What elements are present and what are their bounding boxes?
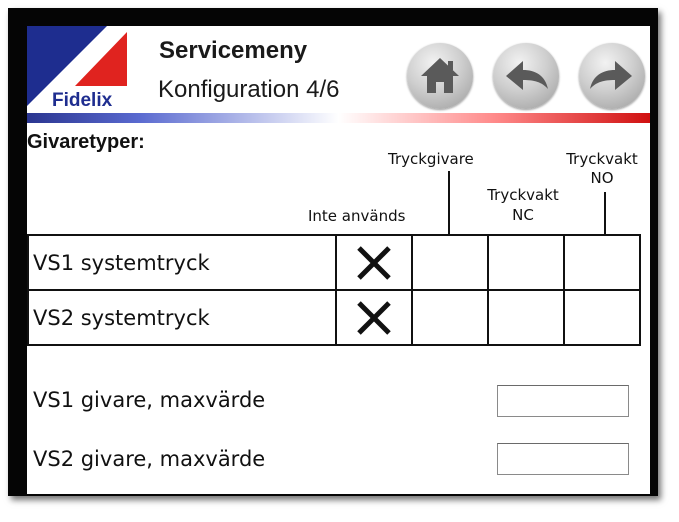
vs1-maxvalue-label: VS1 givare, maxvärde [33, 388, 266, 412]
table-row: VS1 systemtryck [27, 234, 641, 291]
fidelix-logo: Fidelix [27, 26, 137, 112]
logo-graphic: Fidelix [27, 26, 127, 111]
forward-button[interactable] [579, 43, 645, 109]
col-header-sensor-line [448, 171, 450, 235]
col-header-unused: Inte används [308, 207, 406, 225]
x-mark-icon [357, 245, 391, 280]
col-header-switch-nc-line1: Tryckvakt [487, 186, 559, 204]
page-subtitle: Konfiguration 4/6 [158, 76, 340, 103]
vs2-sensor-cell[interactable] [411, 289, 489, 346]
col-header-sensor: Tryckgivare [388, 150, 474, 168]
col-header-switch-no-line1: Tryckvakt [566, 150, 638, 168]
header-stripe [27, 113, 650, 123]
vs2-switch-no-cell[interactable] [563, 289, 641, 346]
home-icon [421, 58, 459, 93]
back-arrow-icon [506, 61, 548, 90]
sensor-type-table: VS1 systemtryck VS2 systemtryck [27, 234, 641, 346]
vs1-unused-cell[interactable] [335, 234, 413, 291]
vs2-unused-cell[interactable] [335, 289, 413, 346]
col-header-switch-no: Tryckvakt NO [554, 150, 650, 188]
vs1-maxvalue-input[interactable] [497, 385, 629, 417]
vs2-maxvalue-input[interactable] [497, 443, 629, 475]
x-mark-icon [357, 300, 391, 335]
forward-arrow-icon [590, 61, 632, 90]
row-label-vs2: VS2 systemtryck [27, 289, 337, 346]
row-label-vs1: VS1 systemtryck [27, 234, 337, 291]
vs2-switch-nc-cell[interactable] [487, 289, 565, 346]
col-header-switch-nc: Tryckvakt NC [475, 185, 571, 225]
screen: Fidelix Servicemeny Konfiguration 4/6 Gi… [27, 26, 650, 494]
section-title: Givaretyper: [27, 131, 145, 153]
device-frame: Fidelix Servicemeny Konfiguration 4/6 Gi… [8, 8, 658, 496]
home-button[interactable] [407, 43, 473, 109]
col-header-switch-no-line [604, 192, 606, 235]
vs2-maxvalue-label: VS2 givare, maxvärde [33, 447, 266, 471]
vs1-switch-nc-cell[interactable] [487, 234, 565, 291]
vs1-sensor-cell[interactable] [411, 234, 489, 291]
col-header-switch-no-line2: NO [590, 169, 614, 187]
vs1-switch-no-cell[interactable] [563, 234, 641, 291]
back-button[interactable] [493, 43, 559, 109]
table-row: VS2 systemtryck [27, 289, 641, 346]
page-title: Servicemeny [159, 37, 308, 64]
logo-text: Fidelix [52, 90, 113, 111]
col-header-switch-nc-line2: NC [512, 206, 534, 224]
